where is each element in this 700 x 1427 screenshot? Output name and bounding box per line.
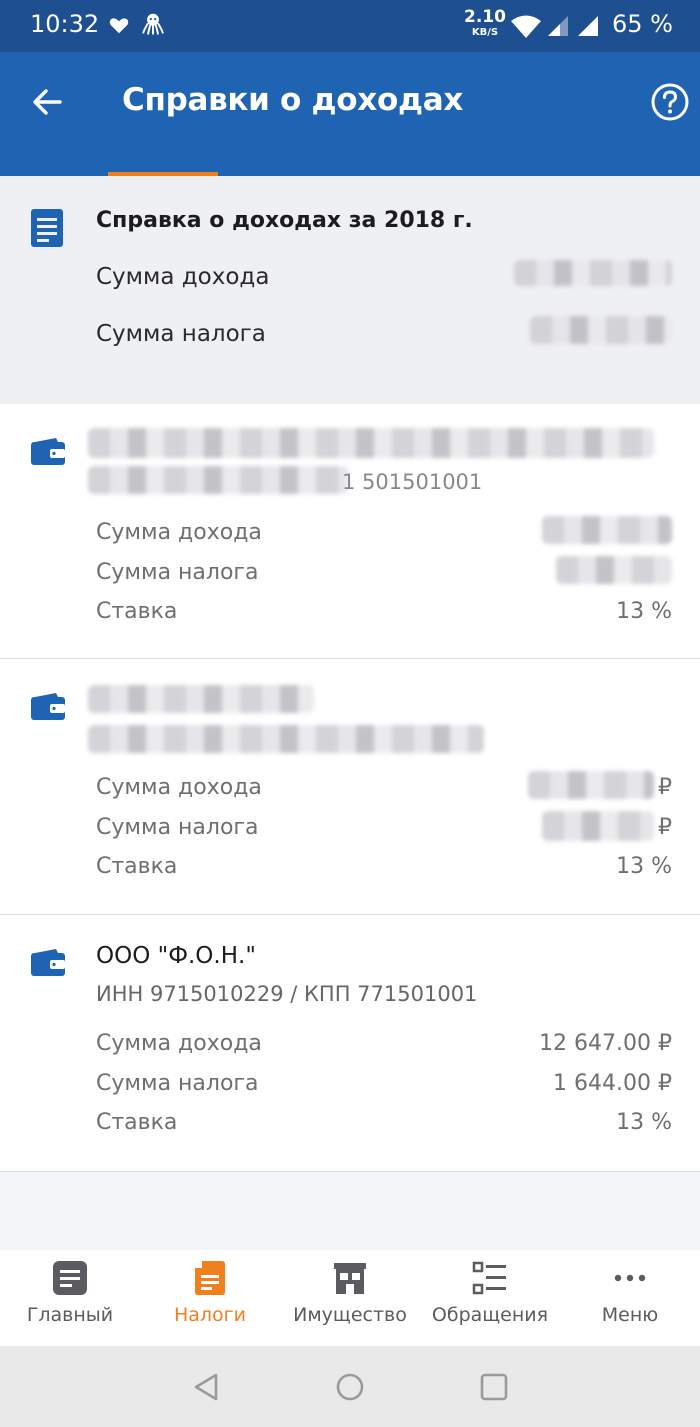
summary-title: Справка о доходах за 2018 г.: [96, 208, 473, 233]
org-inn-redacted: [88, 466, 348, 494]
help-icon[interactable]: [650, 82, 690, 122]
property-icon: [334, 1263, 366, 1294]
bottom-navigation: Главный Налоги Имущество Обращения Меню: [0, 1250, 700, 1346]
income-value-redacted: [528, 771, 654, 799]
income-value-redacted: [542, 516, 672, 544]
tax-label: Сумма налога: [96, 1071, 259, 1096]
system-recents-icon[interactable]: [477, 1370, 511, 1404]
status-bar: 10:32 2.10 KB/S 65 %: [0, 0, 700, 52]
list-empty-space: [0, 1172, 700, 1250]
wallet-icon: [31, 949, 65, 976]
summary-income-label: Сумма дохода: [96, 264, 270, 290]
tax-label: Сумма налога: [96, 815, 259, 840]
network-speed-value: 2.10: [464, 7, 506, 27]
octopus-icon: [142, 13, 164, 35]
tax-value-redacted: [556, 556, 672, 584]
nav-item-property[interactable]: Имущество: [280, 1250, 420, 1346]
status-time: 10:32: [30, 10, 100, 38]
nav-item-home[interactable]: Главный: [0, 1250, 140, 1346]
income-label: Сумма дохода: [96, 1031, 262, 1056]
tax-value-redacted: [542, 811, 654, 841]
summary-tax-value-redacted: [530, 316, 672, 344]
home-doc-icon: [53, 1261, 87, 1295]
org-inn-redacted: [88, 725, 484, 753]
tax-doc-icon: [195, 1261, 225, 1295]
summary-tax-label: Сумма налога: [96, 321, 266, 347]
requests-list-icon: [472, 1261, 506, 1295]
rate-value: 13 %: [616, 599, 672, 624]
heart-icon: [109, 18, 129, 34]
network-speed: 2.10 KB/S: [464, 9, 506, 38]
signal-sim1-icon: [548, 16, 568, 36]
org-name-redacted: [88, 428, 654, 458]
summary-income-value-redacted: [514, 260, 672, 286]
back-arrow-icon[interactable]: [28, 82, 68, 122]
org-inn-fragment: 1 501501001: [342, 470, 483, 494]
app-bar: Справки о доходах: [0, 52, 700, 176]
nav-label-taxes: Налоги: [173, 1304, 247, 1326]
income-label: Сумма дохода: [96, 520, 262, 545]
tax-value: 1 644.00 ₽: [553, 1071, 672, 1096]
battery-level: 65 %: [612, 10, 673, 38]
nav-item-menu[interactable]: Меню: [560, 1250, 700, 1346]
nav-label-requests: Обращения: [431, 1304, 549, 1326]
document-icon: [31, 209, 63, 247]
rate-value: 13 %: [616, 854, 672, 879]
tax-label: Сумма налога: [96, 560, 259, 585]
org-name-redacted: [88, 685, 314, 713]
org-name: ООО "Ф.О.Н.": [96, 943, 256, 969]
nav-label-menu: Меню: [601, 1304, 659, 1326]
income-card[interactable]: 1 501501001 Сумма дохода Сумма налога Ст…: [0, 404, 700, 659]
nav-item-taxes[interactable]: Налоги: [140, 1250, 280, 1346]
income-card[interactable]: ООО "Ф.О.Н." ИНН 9715010229 / КПП 771501…: [0, 915, 700, 1172]
page-title: Справки о доходах: [122, 82, 464, 118]
income-label: Сумма дохода: [96, 775, 262, 800]
nav-label-home: Главный: [26, 1304, 114, 1326]
income-summary: Справка о доходах за 2018 г. Сумма доход…: [0, 176, 700, 404]
income-value-fragment: ₽: [658, 775, 672, 800]
income-value: 12 647.00 ₽: [539, 1031, 672, 1056]
nav-label-property: Имущество: [293, 1304, 407, 1326]
nav-item-requests[interactable]: Обращения: [420, 1250, 560, 1346]
signal-sim2-icon: [578, 16, 598, 36]
rate-label: Ставка: [96, 854, 178, 879]
wallet-icon: [31, 693, 65, 720]
org-inn-kpp: ИНН 9715010229 / КПП 771501001: [96, 982, 478, 1006]
rate-label: Ставка: [96, 1110, 178, 1135]
system-back-icon[interactable]: [190, 1370, 224, 1404]
network-speed-unit: KB/S: [471, 27, 499, 38]
system-navigation-bar: [0, 1346, 700, 1427]
wallet-icon: [31, 438, 65, 465]
more-dots-icon: [614, 1274, 646, 1282]
rate-label: Ставка: [96, 599, 178, 624]
rate-value: 13 %: [616, 1110, 672, 1135]
system-home-icon[interactable]: [333, 1370, 367, 1404]
tax-value-fragment: ₽: [658, 815, 672, 840]
wifi-icon: [511, 15, 541, 38]
income-card[interactable]: Сумма дохода Сумма налога Ставка ₽ ₽ 13 …: [0, 659, 700, 915]
